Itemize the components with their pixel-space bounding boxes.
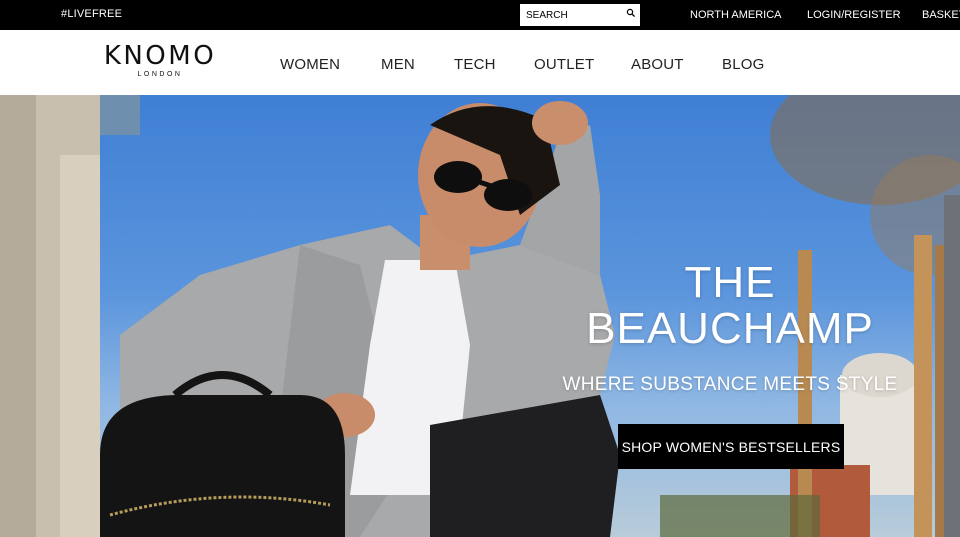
nav-item-outlet[interactable]: OUTLET	[534, 56, 594, 73]
tagline[interactable]: #LIVEFREE	[61, 8, 122, 20]
top-utility-bar: #LIVEFREE NORTH AMERICA LOGIN/REGISTER B…	[0, 0, 960, 30]
hero-title-line1: THE	[684, 258, 776, 307]
region-link[interactable]: NORTH AMERICA	[690, 9, 781, 21]
login-register-link[interactable]: LOGIN/REGISTER	[807, 9, 901, 21]
logo-brand-text: KNOMO	[103, 41, 217, 71]
page: #LIVEFREE NORTH AMERICA LOGIN/REGISTER B…	[0, 0, 960, 537]
shop-bestsellers-button[interactable]: SHOP WOMEN'S BESTSELLERS	[618, 424, 844, 469]
main-header: KNOMO LONDON WOMEN MEN TECH OUTLET ABOUT…	[0, 30, 960, 95]
search-box	[520, 4, 640, 26]
logo-sub-text: LONDON	[137, 71, 183, 78]
nav-item-blog[interactable]: BLOG	[722, 56, 764, 73]
nav-item-women[interactable]: WOMEN	[280, 56, 340, 73]
hero-title-line2: BEAUCHAMP	[586, 304, 874, 353]
hero-title: THE BEAUCHAMP	[560, 260, 900, 352]
search-icon[interactable]	[626, 8, 636, 18]
nav-item-about[interactable]: ABOUT	[631, 56, 684, 73]
hero-subtitle: WHERE SUBSTANCE MEETS STYLE	[562, 374, 898, 395]
hero-banner[interactable]: THE BEAUCHAMP WHERE SUBSTANCE MEETS STYL…	[0, 95, 960, 537]
basket-link[interactable]: BASKET	[922, 9, 960, 21]
brand-logo[interactable]: KNOMO LONDON	[100, 42, 220, 82]
search-input[interactable]	[520, 4, 624, 26]
nav-item-men[interactable]: MEN	[381, 56, 415, 73]
hero-text-block: THE BEAUCHAMP WHERE SUBSTANCE MEETS STYL…	[560, 260, 900, 396]
nav-item-tech[interactable]: TECH	[454, 56, 496, 73]
